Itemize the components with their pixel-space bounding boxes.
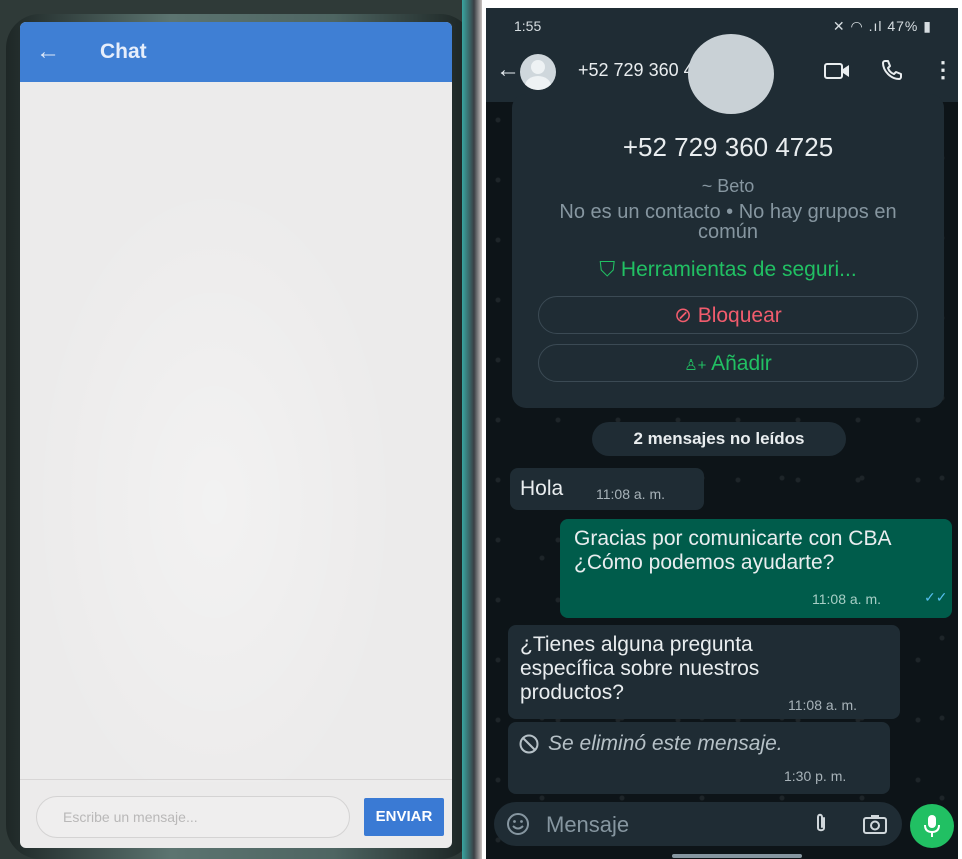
unread-messages-banner: 2 mensajes no leídos bbox=[592, 422, 846, 456]
block-button[interactable]: ⊘ Bloquear bbox=[538, 296, 918, 334]
message-input-bar[interactable]: Mensaje bbox=[494, 802, 902, 846]
message-text: Se eliminó este mensaje. bbox=[548, 732, 783, 755]
security-tools-link[interactable]: ⛉ Herramientas de seguri... bbox=[512, 258, 944, 282]
emoji-icon[interactable] bbox=[506, 812, 530, 836]
message-input[interactable]: Escribe un mensaje... bbox=[36, 796, 350, 838]
status-time: 1:55 bbox=[514, 18, 542, 34]
divider bbox=[20, 779, 452, 780]
message-time: 1:30 p. m. bbox=[784, 768, 847, 784]
video-call-icon[interactable] bbox=[824, 60, 850, 82]
avatar[interactable] bbox=[520, 54, 556, 90]
message-bubble-incoming[interactable]: ¿Tienes alguna pregunta específica sobre… bbox=[508, 625, 900, 719]
contact-info-card: +52 729 360 4725 ~ Beto No es un contact… bbox=[512, 34, 944, 408]
attachment-icon[interactable] bbox=[810, 812, 832, 836]
message-time: 11:08 a. m. bbox=[788, 697, 858, 713]
camera-icon[interactable] bbox=[862, 813, 888, 835]
shield-icon: ⛉ bbox=[599, 258, 616, 281]
back-arrow-icon[interactable]: ← bbox=[496, 56, 520, 84]
status-icons: ✕ ◠ .ıl 47% ▮ bbox=[833, 18, 932, 35]
security-tools-label: Herramientas de seguri... bbox=[620, 258, 857, 281]
more-options-icon[interactable]: ⋮ bbox=[932, 58, 954, 82]
battery-level: 47% bbox=[887, 18, 919, 34]
chat-app-screen: ← Chat Escribe un mensaje... ENVIAR bbox=[20, 22, 452, 848]
info-phone-number: +52 729 360 4725 bbox=[622, 132, 834, 162]
send-button[interactable]: ENVIAR bbox=[364, 798, 444, 836]
add-person-icon: ♙+ bbox=[684, 357, 707, 374]
message-input-placeholder: Escribe un mensaje... bbox=[63, 809, 198, 825]
right-phone-screenshot: 1:55 ✕ ◠ .ıl 47% ▮ ← +52 729 360 4725 ⋮ bbox=[482, 0, 962, 859]
message-text: Gracias por comunicarte con CBA ¿Cómo po… bbox=[574, 527, 891, 574]
message-input-placeholder: Mensaje bbox=[546, 812, 630, 837]
message-text: Hola bbox=[520, 477, 564, 500]
navigation-handle[interactable] bbox=[672, 854, 802, 858]
add-contact-button[interactable]: ♙+ Añadir bbox=[538, 344, 918, 382]
wifi-icon: ◠ bbox=[850, 18, 864, 34]
chat-area bbox=[20, 82, 452, 782]
phone-edge bbox=[462, 0, 482, 859]
back-arrow-icon[interactable]: ← bbox=[36, 37, 60, 67]
block-label: Bloquear bbox=[697, 304, 782, 327]
read-receipt-icon: ✓✓ bbox=[924, 589, 948, 605]
message-time: 11:08 a. m. bbox=[596, 486, 666, 502]
profile-avatar bbox=[688, 34, 774, 114]
signal-icon: .ıl bbox=[868, 18, 883, 34]
message-time: 11:08 a. m. bbox=[812, 591, 882, 607]
voice-call-icon[interactable] bbox=[880, 58, 904, 82]
add-label: Añadir bbox=[711, 352, 772, 375]
info-alias: ~ Beto bbox=[701, 176, 755, 196]
whatsapp-screen: 1:55 ✕ ◠ .ıl 47% ▮ ← +52 729 360 4725 ⋮ bbox=[486, 8, 958, 859]
battery-icon: ▮ bbox=[923, 18, 932, 34]
app-bar: ← Chat bbox=[20, 22, 452, 82]
mute-icon: ✕ bbox=[832, 18, 846, 34]
message-bubble-outgoing[interactable]: Gracias por comunicarte con CBA ¿Cómo po… bbox=[560, 519, 952, 618]
message-bubble-deleted[interactable]: Se eliminó este mensaje. 1:30 p. m. bbox=[508, 722, 890, 794]
message-bubble-incoming[interactable]: Hola 11:08 a. m. bbox=[510, 468, 704, 510]
microphone-icon bbox=[924, 815, 940, 837]
deleted-message-icon bbox=[519, 734, 539, 754]
info-status: No es un contacto • No hay grupos en com… bbox=[559, 201, 897, 243]
block-icon: ⊘ bbox=[674, 304, 692, 327]
message-text: ¿Tienes alguna pregunta específica sobre… bbox=[520, 633, 760, 704]
app-title: Chat bbox=[100, 40, 147, 63]
microphone-button[interactable] bbox=[910, 804, 954, 848]
left-phone-photo: ← Chat Escribe un mensaje... ENVIAR bbox=[0, 0, 482, 859]
